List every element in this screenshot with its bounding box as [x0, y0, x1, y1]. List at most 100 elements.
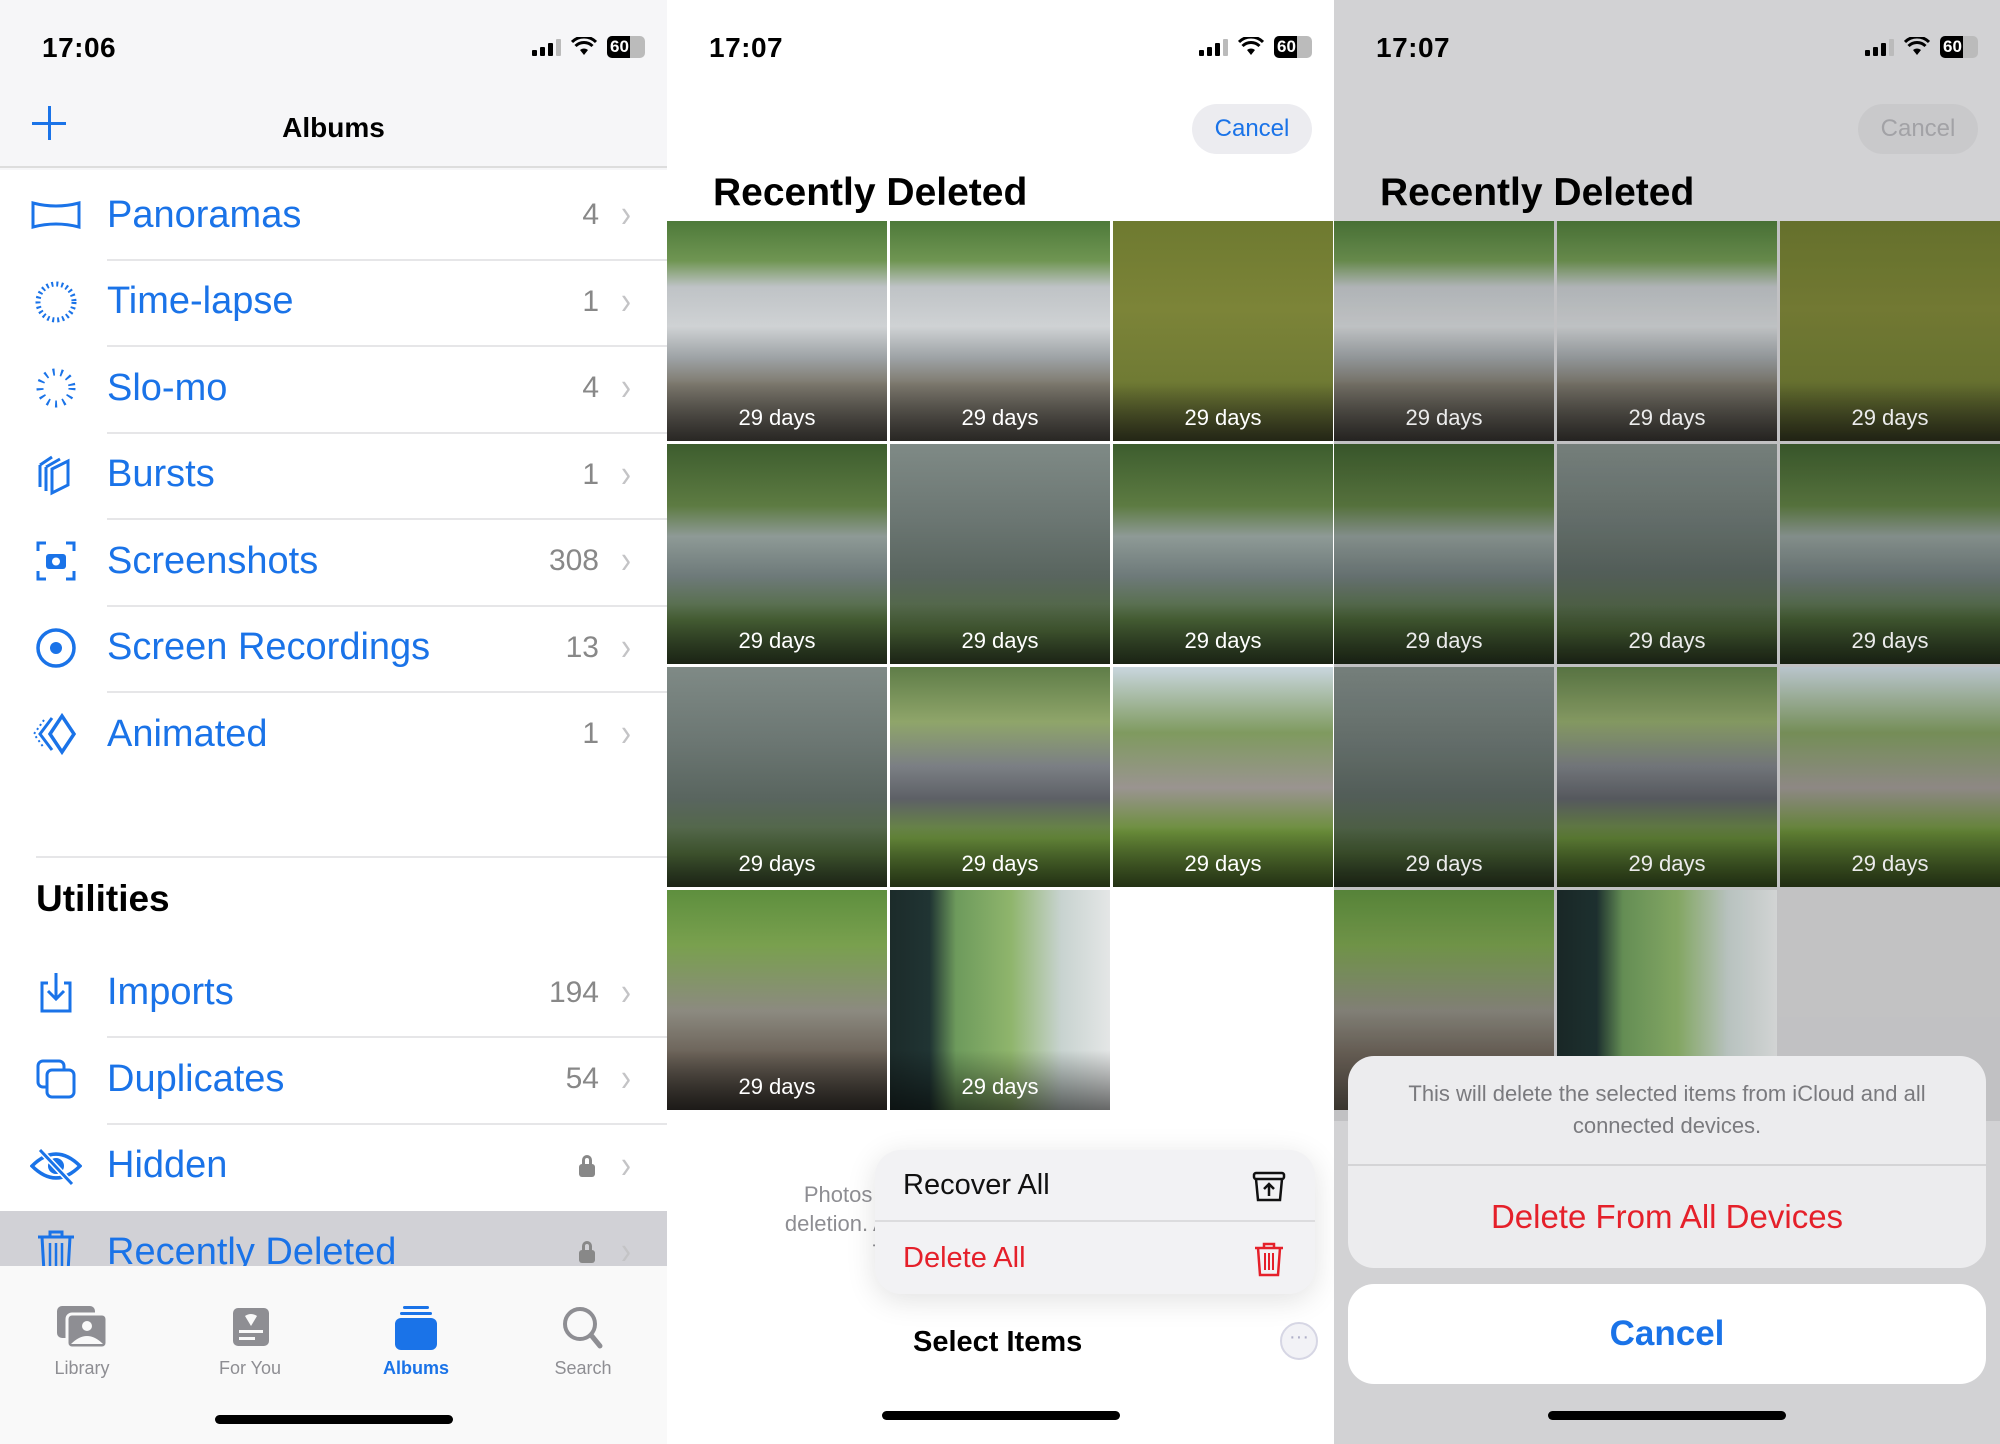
- menu-item-label: Delete All: [903, 1242, 1026, 1274]
- photo-thumbnail[interactable]: 29 days: [1557, 221, 1777, 441]
- days-remaining-label: 29 days: [1851, 851, 1929, 876]
- days-remaining-label: 29 days: [738, 1074, 816, 1099]
- tab-library[interactable]: Library: [22, 1304, 142, 1379]
- photo-thumbnail[interactable]: 29 days: [1557, 667, 1777, 887]
- album-label: Animated: [107, 712, 268, 755]
- more-options-button[interactable]: ···: [1280, 1322, 1318, 1360]
- timelapse-icon: [30, 276, 82, 328]
- menu-item-label: Recover All: [903, 1169, 1050, 1201]
- album-row-panoramas[interactable]: Panoramas 4 ›: [0, 172, 667, 259]
- photo-thumbnail[interactable]: 29 days: [1113, 221, 1333, 441]
- photo-thumbnail[interactable]: 29 days: [1334, 444, 1554, 664]
- library-icon: [55, 1304, 109, 1350]
- photo-thumbnail[interactable]: 29 days: [1113, 444, 1333, 664]
- wifi-icon: [1238, 37, 1264, 55]
- status-time: 17:07: [1376, 32, 1451, 63]
- navigation-bar: Albums: [0, 90, 667, 168]
- battery-level: 60: [1277, 37, 1296, 56]
- chevron-right-icon: ›: [621, 970, 631, 1014]
- chevron-right-icon: ›: [621, 193, 631, 237]
- album-label: Screen Recordings: [107, 626, 431, 669]
- photo-thumbnail[interactable]: 29 days: [1780, 667, 2000, 887]
- recover-all-menu-item[interactable]: Recover All: [875, 1150, 1315, 1222]
- chevron-right-icon: ›: [621, 1143, 631, 1187]
- cellular-signal-icon: [1865, 38, 1894, 56]
- album-count: 1: [582, 717, 599, 751]
- home-indicator[interactable]: [881, 1411, 1120, 1420]
- album-label: Hidden: [107, 1144, 228, 1187]
- screen-recording-icon: [30, 622, 82, 674]
- albums-list: Panoramas 4 › Time-lapse 1 › Slo-mo 4 › …: [0, 172, 667, 1296]
- action-sheet-cancel-button[interactable]: Cancel: [1348, 1284, 1986, 1384]
- days-remaining-label: 29 days: [1851, 628, 1929, 653]
- photo-thumbnail[interactable]: 29 days: [1334, 667, 1554, 887]
- status-time: 17:07: [709, 32, 784, 63]
- tab-label: For You: [218, 1358, 282, 1378]
- days-remaining-label: 29 days: [1628, 405, 1706, 430]
- photo-thumbnail[interactable]: 29 days: [667, 221, 887, 441]
- album-row-screenshots[interactable]: Screenshots 308 ›: [0, 518, 667, 605]
- trash-icon: [1255, 1242, 1283, 1277]
- photo-thumbnail[interactable]: 29 days: [890, 444, 1110, 664]
- album-row-imports[interactable]: Imports 194 ›: [0, 950, 667, 1037]
- page-title: Recently Deleted: [713, 171, 1028, 214]
- album-count: 4: [582, 198, 599, 232]
- import-icon: [30, 967, 82, 1019]
- home-indicator[interactable]: [1548, 1411, 1786, 1420]
- photo-thumbnail[interactable]: 29 days: [667, 444, 887, 664]
- home-indicator[interactable]: [214, 1415, 453, 1424]
- tab-search[interactable]: Search: [523, 1304, 643, 1379]
- albums-icon: [389, 1304, 443, 1350]
- album-count: 13: [565, 630, 599, 664]
- album-row-hidden[interactable]: Hidden ›: [0, 1122, 667, 1210]
- album-label: Time-lapse: [107, 280, 294, 323]
- days-remaining-label: 29 days: [1851, 405, 1929, 430]
- recover-icon: [1252, 1171, 1286, 1202]
- album-count: 194: [548, 975, 599, 1009]
- delete-confirmation-screen: 17:07 60 Cancel Recently Deleted 29 days…: [1334, 0, 2000, 1444]
- delete-from-all-devices-button[interactable]: Delete From All Devices: [1348, 1166, 1986, 1268]
- days-remaining-label: 29 days: [1405, 851, 1483, 876]
- chevron-right-icon: ›: [621, 539, 631, 583]
- photo-thumbnail[interactable]: 29 days: [1334, 221, 1554, 441]
- album-row-slo-mo[interactable]: Slo-mo 4 ›: [0, 345, 667, 432]
- chevron-right-icon: ›: [621, 452, 631, 496]
- photo-thumbnail[interactable]: 29 days: [890, 221, 1110, 441]
- tab-for-you[interactable]: For You: [190, 1304, 310, 1379]
- battery-icon: 60: [607, 36, 645, 58]
- cancel-button[interactable]: Cancel: [1192, 104, 1312, 154]
- wifi-icon: [571, 37, 597, 55]
- page-title: Recently Deleted: [1380, 171, 1695, 214]
- battery-icon: 60: [1274, 36, 1312, 58]
- photo-thumbnail[interactable]: 29 days: [667, 890, 887, 1110]
- album-row-animated[interactable]: Animated 1 ›: [0, 691, 667, 778]
- status-time: 17:06: [42, 32, 117, 63]
- section-title: Utilities: [36, 877, 170, 919]
- days-remaining-label: 29 days: [1184, 851, 1262, 876]
- photo-thumbnail[interactable]: 29 days: [1113, 667, 1333, 887]
- album-row-bursts[interactable]: Bursts 1 ›: [0, 431, 667, 519]
- album-row-screen-recordings[interactable]: Screen Recordings 13 ›: [0, 604, 667, 692]
- lock-icon: [579, 1241, 595, 1264]
- select-items-button[interactable]: Select Items: [913, 1326, 1082, 1359]
- days-remaining-label: 29 days: [961, 628, 1039, 653]
- album-count: 4: [582, 371, 599, 405]
- photo-thumbnail[interactable]: 29 days: [1557, 444, 1777, 664]
- photo-thumbnail[interactable]: 29 days: [667, 667, 887, 887]
- chevron-right-icon: ›: [621, 625, 631, 669]
- photo-thumbnail[interactable]: 29 days: [1780, 444, 2000, 664]
- album-count: 54: [565, 1062, 599, 1096]
- chevron-right-icon: ›: [621, 712, 631, 756]
- photo-thumbnail[interactable]: 29 days: [890, 667, 1110, 887]
- photo-thumbnail[interactable]: 29 days: [1780, 221, 2000, 441]
- album-row-duplicates[interactable]: Duplicates 54 ›: [0, 1036, 667, 1123]
- tab-albums[interactable]: Albums: [356, 1304, 476, 1379]
- photo-thumbnail[interactable]: 29 days: [890, 890, 1110, 1110]
- album-row-time-lapse[interactable]: Time-lapse 1 ›: [0, 258, 667, 346]
- days-remaining-label: 29 days: [961, 1074, 1039, 1099]
- delete-all-menu-item[interactable]: Delete All: [875, 1223, 1315, 1294]
- battery-level: 60: [610, 37, 629, 56]
- tab-label: Library: [54, 1358, 110, 1378]
- context-menu: Recover All Delete All: [875, 1150, 1315, 1294]
- cellular-signal-icon: [1199, 38, 1228, 56]
